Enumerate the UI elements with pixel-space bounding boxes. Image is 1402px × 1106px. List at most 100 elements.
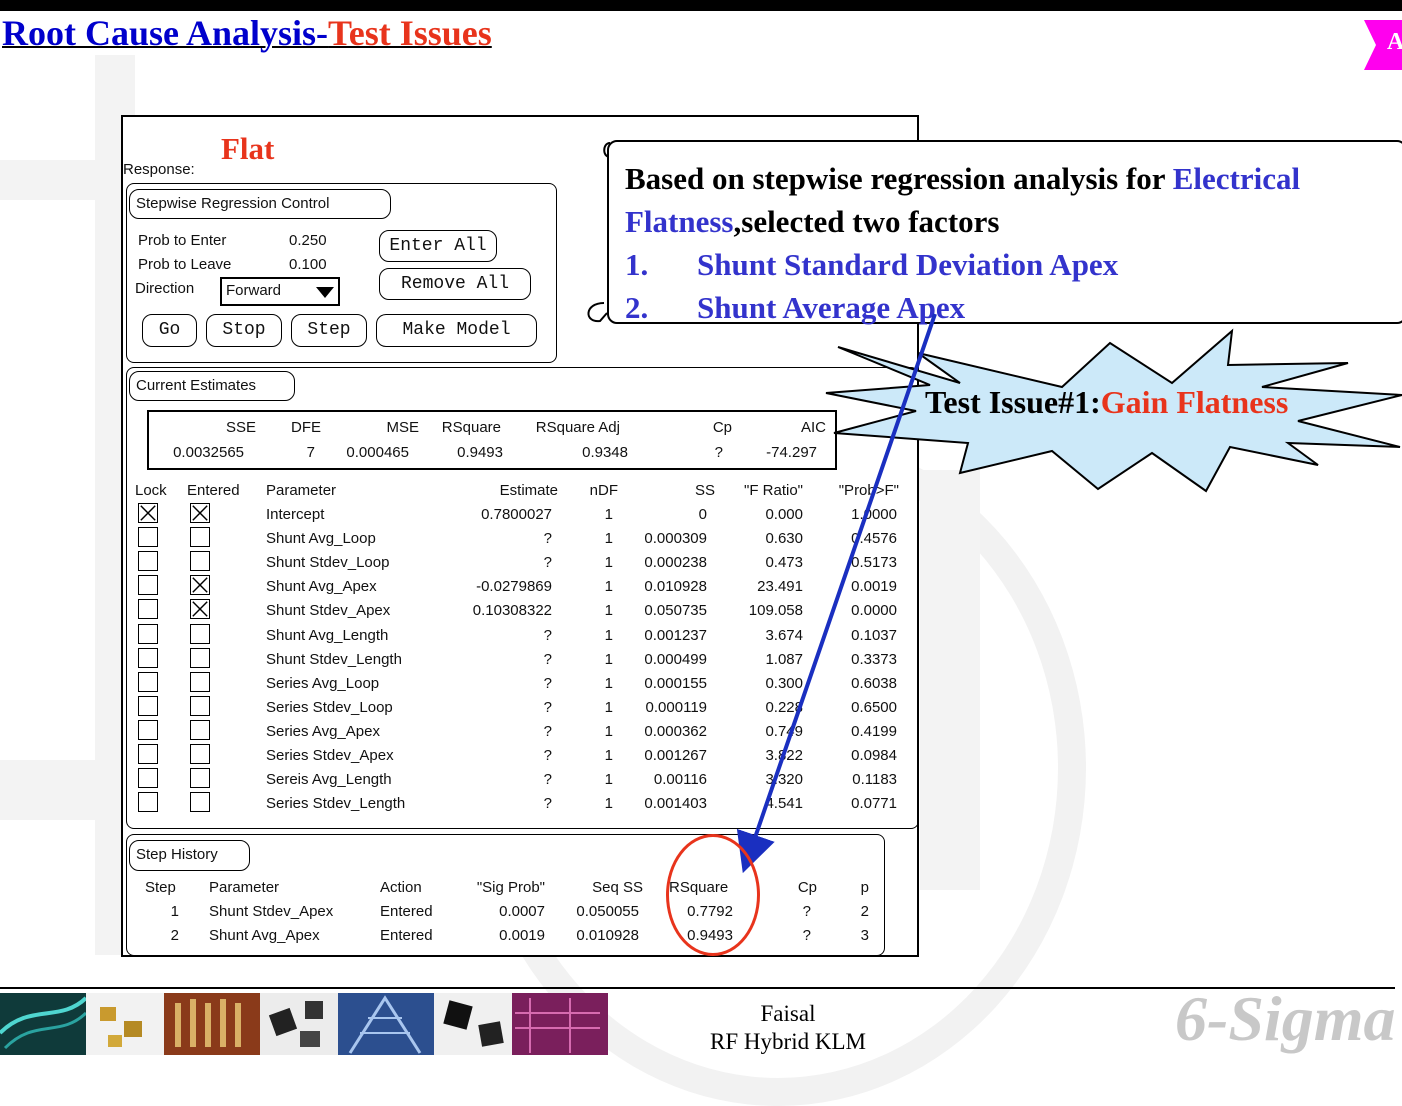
prob-enter-value[interactable]: 0.250 [289,232,327,249]
slide-title-part2: Test Issues [328,13,492,53]
history-action: Entered [380,903,433,920]
entered-checkbox[interactable] [190,744,210,764]
param-probf: 0.4576 [851,530,897,548]
lock-checkbox[interactable] [138,768,158,789]
history-sigprob: 0.0019 [499,927,545,944]
history-param: Shunt Avg_Apex [209,927,320,944]
entered-checkbox[interactable] [190,503,210,523]
param-probf: 0.6500 [851,698,897,716]
direction-select[interactable]: Forward [220,277,340,306]
note-line-1: Based on stepwise regression analysis fo… [625,157,1300,200]
entered-checkbox[interactable] [190,527,210,548]
note-item2-text: Shunt Average Apex [697,290,966,325]
prob-leave-value[interactable]: 0.100 [289,256,327,273]
param-fratio: 23.491 [757,578,803,596]
entered-checkbox[interactable] [190,671,210,692]
lock-checkbox[interactable] [138,719,158,740]
lock-checkbox[interactable] [138,575,158,596]
param-ss: 0.000362 [644,722,707,740]
param-fratio: 109.058 [748,602,803,620]
history-header-step: Step [145,879,176,896]
history-title[interactable]: Step History [129,840,250,871]
chevron-down-icon [316,287,334,298]
enter-all-button[interactable]: Enter All [379,230,497,262]
param-ss: 0 [698,506,707,523]
lock-checkbox[interactable] [138,623,158,644]
param-estimate: ? [543,722,552,740]
lock-checkbox[interactable] [138,647,158,668]
history-cp: ? [802,903,811,920]
lock-checkbox[interactable] [138,671,158,692]
corner-tab[interactable]: A [1364,20,1402,70]
note-item2-num: 2. [625,290,649,325]
make-model-button[interactable]: Make Model [376,314,537,347]
six-sigma-logo: 6-Sigma [1175,983,1396,1054]
x-mark-icon [192,505,208,521]
lock-checkbox[interactable] [138,695,158,716]
entered-checkbox[interactable] [190,695,210,716]
param-header-ss: SS [694,482,715,499]
estimates-title[interactable]: Current Estimates [129,371,295,401]
param-fratio: 0.000 [765,506,803,523]
lock-checkbox[interactable] [138,503,158,523]
remove-all-button[interactable]: Remove All [379,268,531,300]
param-fratio: 3.822 [765,747,803,764]
note-line2-text: ,selected two factors [733,204,1000,239]
param-name: Series Stdev_Length [266,795,406,813]
param-probf: 0.1183 [852,771,897,789]
step-button[interactable]: Step [291,314,367,347]
summary-value: -74.297 [766,444,817,461]
param-estimate: 0.10308322 [472,602,552,620]
param-estimate: ? [543,674,552,692]
param-ss: 0.001403 [644,795,707,813]
entered-checkbox[interactable] [190,575,210,596]
entered-checkbox[interactable] [190,719,210,740]
starburst-label: Test Issue#1:Gain Flatness [925,384,1288,421]
prob-enter-label: Prob to Enter [138,232,227,249]
go-button[interactable]: Go [142,314,197,347]
history-param: Shunt Stdev_Apex [209,903,334,920]
slide-title: Root Cause Analysis-Test Issues [2,12,492,54]
watermark-bar [0,160,120,200]
summary-value: ? [714,444,723,461]
lock-checkbox[interactable] [138,527,158,548]
lock-checkbox[interactable] [138,599,158,620]
lock-checkbox[interactable] [138,551,158,572]
history-seqss: 0.050055 [576,903,639,920]
param-ndf: 1 [604,626,613,644]
lock-checkbox[interactable] [138,792,158,813]
entered-checkbox[interactable] [190,768,210,789]
param-ss: 0.010928 [644,578,707,596]
entered-checkbox[interactable] [190,792,210,813]
param-ss: 0.050735 [644,602,707,620]
entered-checkbox[interactable] [190,551,210,572]
note-line1-highlight: Electrical [1172,161,1301,196]
stop-button[interactable]: Stop [206,314,282,347]
prob-leave-label: Prob to Leave [138,256,232,273]
summary-value: 0.9348 [582,444,628,461]
param-ndf: 1 [604,554,613,572]
x-mark-icon [192,577,208,594]
summary-value: 0.9493 [457,444,503,461]
param-name: Sereis Avg_Length [266,771,392,789]
entered-checkbox[interactable] [190,647,210,668]
param-name: Series Avg_Apex [266,722,380,740]
param-name: Series Avg_Loop [266,674,380,692]
entered-checkbox[interactable] [190,599,210,620]
history-header-cp: Cp [797,879,817,896]
param-ss: 0.001267 [644,747,707,764]
lock-checkbox[interactable] [138,744,158,764]
param-name: Shunt Stdev_Length [266,650,402,668]
history-cp: ? [802,927,811,944]
param-fratio: 0.630 [765,530,803,548]
summary-header: Cp [712,419,732,436]
history-header-parameter: Parameter [209,879,280,896]
history-step: 2 [170,927,179,944]
param-probf: 0.1037 [851,626,897,644]
param-ss: 0.000238 [644,554,707,572]
rsquare-highlight-circle [666,834,760,956]
entered-checkbox[interactable] [190,623,210,644]
control-title[interactable]: Stepwise Regression Control [129,189,391,219]
history-header-seqss: Seq SS [592,879,643,896]
param-estimate: -0.0279869 [476,578,552,596]
